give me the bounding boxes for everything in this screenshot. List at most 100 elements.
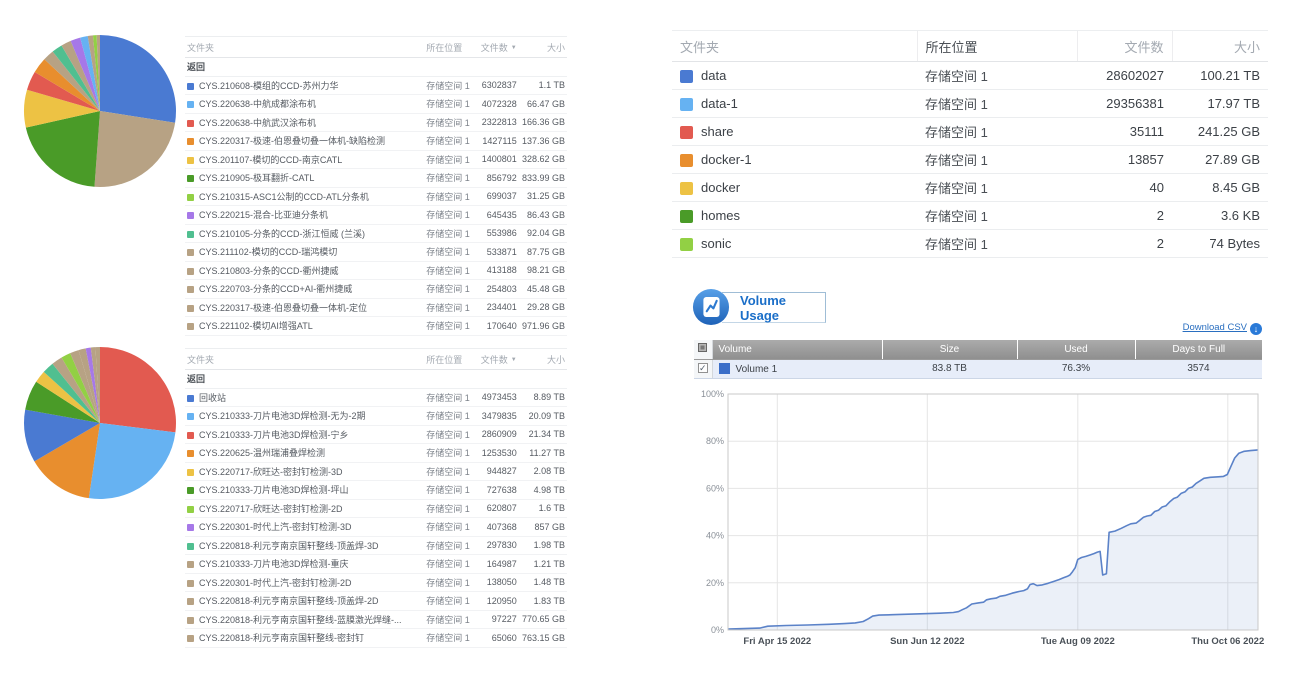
folder-row[interactable]: data存储空间 128602027100.21 TB: [672, 62, 1268, 90]
folder-row[interactable]: CYS.220638-中航成都涂布机存储空间 1407232866.47 GB: [185, 95, 567, 114]
folder-name[interactable]: CYS.220215-混合-比亚迪分条机: [199, 210, 328, 220]
back-link[interactable]: 返回: [185, 370, 567, 389]
folder-name[interactable]: CYS.210333-刀片电池3D焊检测-坪山: [199, 485, 349, 495]
folder-row[interactable]: CYS.220818-利元亨南京国轩整线-顶盖焊-3D存储空间 12978301…: [185, 536, 567, 555]
folder-name[interactable]: CYS.220717-欣旺达-密封钉检测-2D: [199, 504, 343, 514]
folder-row[interactable]: CYS.211102-模切的CCD-瑞鸿模切存储空间 153387187.75 …: [185, 243, 567, 262]
folder-row[interactable]: CYS.210105-分条的CCD-浙江恒威 (兰溪)存储空间 15539869…: [185, 224, 567, 243]
folder-row[interactable]: homes存储空间 123.6 KB: [672, 202, 1268, 230]
folder-row[interactable]: CYS.220717-欣旺达-密封钉检测-2D存储空间 16208071.6 T…: [185, 499, 567, 518]
folder-name[interactable]: CYS.220717-欣旺达-密封钉检测-3D: [199, 467, 343, 477]
column-header-size[interactable]: 大小: [1172, 31, 1268, 62]
folder-row[interactable]: CYS.220301-时代上汽-密封钉检测-2D存储空间 11380501.48…: [185, 573, 567, 592]
folder-name[interactable]: data-1: [701, 96, 738, 111]
back-link-row[interactable]: 返回: [185, 58, 567, 77]
folder-row[interactable]: CYS.220625-温州瑞浦叠焊检测存储空间 1125353011.27 TB: [185, 444, 567, 463]
folder-row[interactable]: CYS.220317-极速-伯恩叠切叠一体机-缺陷检测存储空间 11427115…: [185, 132, 567, 151]
folder-row[interactable]: CYS.220703-分条的CCD+AI-衢州捷威存储空间 125480345.…: [185, 280, 567, 299]
folder-name[interactable]: CYS.220301-时代上汽-密封钉检测-2D: [199, 578, 352, 588]
column-header-location[interactable]: 所在位置: [917, 31, 1077, 62]
folder-name[interactable]: CYS.210105-分条的CCD-浙江恒威 (兰溪): [199, 229, 365, 239]
column-header-size[interactable]: 大小: [519, 349, 567, 370]
folder-row[interactable]: CYS.210333-刀片电池3D焊检测-坪山存储空间 17276384.98 …: [185, 481, 567, 500]
folder-row[interactable]: CYS.220301-时代上汽-密封钉检测-3D存储空间 1407368857 …: [185, 518, 567, 537]
folder-location: 存储空间 1: [424, 629, 476, 648]
folder-name[interactable]: CYS.211102-模切的CCD-瑞鸿模切: [199, 247, 337, 257]
folder-row[interactable]: CYS.220818-利元亨南京国轩整线-蓝膜激光焊缝-...存储空间 1972…: [185, 610, 567, 629]
folder-color-chip: [187, 157, 194, 164]
folder-row[interactable]: 回收站存储空间 149734538.89 TB: [185, 388, 567, 407]
column-header-folder[interactable]: 文件夹: [672, 31, 917, 62]
folder-row[interactable]: CYS.210905-极耳翻折-CATL存储空间 1856792833.99 G…: [185, 169, 567, 188]
folder-row[interactable]: CYS.210333-刀片电池3D焊检测-无为-2期存储空间 134798352…: [185, 407, 567, 426]
column-header-count[interactable]: 文件数▼: [477, 349, 519, 370]
x-axis-date-label: Fri Apr 15 2022: [743, 636, 811, 647]
column-header-folder[interactable]: 文件夹: [185, 37, 424, 58]
volume-row[interactable]: ✓ Volume 1 83.8 TB 76.3% 3574: [694, 359, 1262, 378]
folder-row[interactable]: CYS.220317-极速-伯恩叠切叠一体机-定位存储空间 123440129.…: [185, 298, 567, 317]
folder-size: 4.98 TB: [519, 481, 567, 500]
folder-name[interactable]: CYS.221102-模切AI增强ATL: [199, 321, 313, 331]
column-header-location[interactable]: 所在位置: [424, 349, 476, 370]
folder-name[interactable]: CYS.220317-极速-伯恩叠切叠一体机-缺陷检测: [199, 136, 385, 146]
folder-name[interactable]: CYS.220317-极速-伯恩叠切叠一体机-定位: [199, 303, 367, 313]
folder-name[interactable]: sonic: [701, 236, 731, 251]
folder-row[interactable]: docker-1存储空间 11385727.89 GB: [672, 146, 1268, 174]
folder-name[interactable]: CYS.201107-模切的CCD-南京CATL: [199, 155, 342, 165]
x-axis-date-label: Thu Oct 06 2022: [1191, 636, 1264, 647]
folder-row[interactable]: CYS.210333-刀片电池3D焊检测-宁乡存储空间 1286090921.3…: [185, 425, 567, 444]
folder-name[interactable]: CYS.210905-极耳翻折-CATL: [199, 173, 314, 183]
folder-row[interactable]: CYS.220818-利元亨南京国轩整线-密封钉存储空间 165060763.1…: [185, 629, 567, 648]
folder-row[interactable]: CYS.201107-模切的CCD-南京CATL存储空间 11400801328…: [185, 150, 567, 169]
folder-name[interactable]: CYS.220818-利元亨南京国轩整线-顶盖焊-3D: [199, 541, 379, 551]
column-header-size[interactable]: 大小: [519, 37, 567, 58]
folder-name[interactable]: data: [701, 68, 726, 83]
folder-name[interactable]: CYS.220301-时代上汽-密封钉检测-3D: [199, 522, 352, 532]
folder-row[interactable]: CYS.220717-欣旺达-密封钉检测-3D存储空间 19448272.08 …: [185, 462, 567, 481]
back-link[interactable]: 返回: [185, 58, 567, 77]
download-arrow-icon[interactable]: ↓: [1250, 323, 1262, 335]
y-axis-tick-label: 60%: [706, 483, 724, 493]
folder-row[interactable]: CYS.210315-ASC1公制的CCD-ATL分条机存储空间 1699037…: [185, 187, 567, 206]
folder-name[interactable]: docker-1: [701, 152, 752, 167]
folder-name[interactable]: CYS.220638-中航成都涂布机: [199, 99, 316, 109]
folder-name[interactable]: CYS.210315-ASC1公制的CCD-ATL分条机: [199, 192, 369, 202]
folder-name[interactable]: CYS.220818-利元亨南京国轩整线-顶盖焊-2D: [199, 596, 379, 606]
column-header-folder[interactable]: 文件夹: [185, 349, 424, 370]
checkbox-checked-icon[interactable]: ✓: [698, 363, 708, 373]
folder-name[interactable]: 回收站: [199, 393, 226, 403]
folder-row[interactable]: CYS.210803-分条的CCD-衢州捷威存储空间 141318898.21 …: [185, 261, 567, 280]
folder-name[interactable]: share: [701, 124, 734, 139]
download-csv-link[interactable]: Download CSV: [1183, 322, 1247, 333]
folder-color-chip: [187, 138, 194, 145]
folder-name[interactable]: CYS.220638-中航武汉涂布机: [199, 118, 316, 128]
folder-name[interactable]: CYS.220818-利元亨南京国轩整线-蓝膜激光焊缝-...: [199, 615, 402, 625]
folder-row[interactable]: data-1存储空间 12935638117.97 TB: [672, 90, 1268, 118]
folder-size: 29.28 GB: [519, 298, 567, 317]
folder-name[interactable]: CYS.220703-分条的CCD+AI-衢州捷威: [199, 284, 352, 294]
column-header-count[interactable]: 文件数▼: [477, 37, 519, 58]
folder-row[interactable]: docker存储空间 1408.45 GB: [672, 174, 1268, 202]
folder-color-chip: [187, 413, 194, 420]
folder-name[interactable]: CYS.210333-刀片电池3D焊检测-宁乡: [199, 430, 349, 440]
folder-name[interactable]: CYS.220818-利元亨南京国轩整线-密封钉: [199, 633, 364, 643]
folder-row[interactable]: CYS.220818-利元亨南京国轩整线-顶盖焊-2D存储空间 11209501…: [185, 592, 567, 611]
folder-name[interactable]: CYS.210803-分条的CCD-衢州捷威: [199, 266, 339, 276]
folder-row[interactable]: CYS.220215-混合-比亚迪分条机存储空间 164543586.43 GB: [185, 206, 567, 225]
folder-row[interactable]: CYS.210333-刀片电池3D焊检测-重庆存储空间 11649871.21 …: [185, 555, 567, 574]
folder-name[interactable]: CYS.210333-刀片电池3D焊检测-重庆: [199, 559, 349, 569]
folder-name[interactable]: CYS.210608-模组的CCD-苏州力华: [199, 81, 339, 91]
column-header-location[interactable]: 所在位置: [424, 37, 476, 58]
y-axis-tick-label: 40%: [706, 531, 724, 541]
folder-row[interactable]: sonic存储空间 1274 Bytes: [672, 230, 1268, 258]
folder-name[interactable]: docker: [701, 180, 740, 195]
folder-name[interactable]: CYS.210333-刀片电池3D焊检测-无为-2期: [199, 411, 366, 421]
folder-row[interactable]: CYS.221102-模切AI增强ATL存储空间 1170640971.96 G…: [185, 317, 567, 336]
folder-name[interactable]: homes: [701, 208, 740, 223]
folder-row[interactable]: CYS.210608-模组的CCD-苏州力华存储空间 163028371.1 T…: [185, 76, 567, 95]
folder-row[interactable]: share存储空间 135111241.25 GB: [672, 118, 1268, 146]
column-header-count[interactable]: 文件数: [1077, 31, 1172, 62]
back-link-row[interactable]: 返回: [185, 370, 567, 389]
folder-name[interactable]: CYS.220625-温州瑞浦叠焊检测: [199, 448, 325, 458]
folder-row[interactable]: CYS.220638-中航武汉涂布机存储空间 12322813166.36 GB: [185, 113, 567, 132]
